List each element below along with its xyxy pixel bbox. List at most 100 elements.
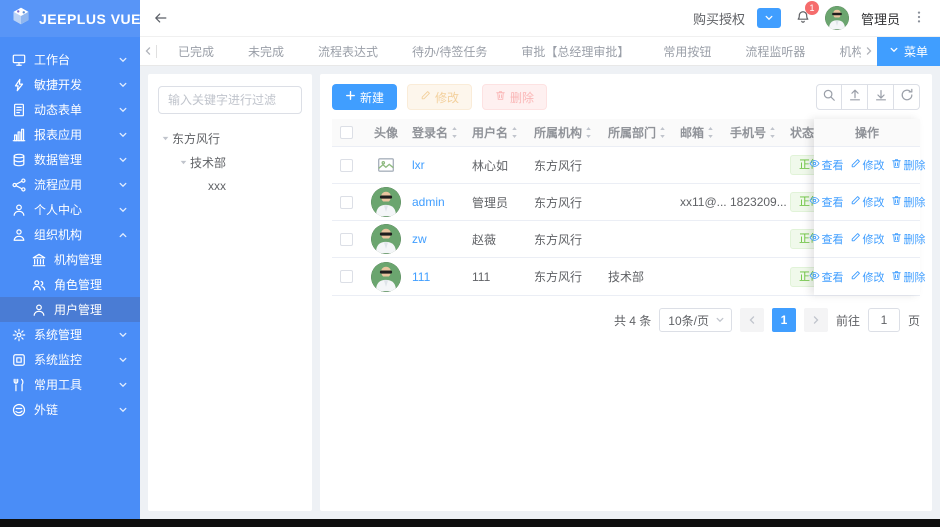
sort-carets-icon[interactable] — [510, 126, 519, 139]
sort-carets-icon[interactable] — [658, 126, 667, 139]
tabs-scroll-left-button[interactable] — [140, 46, 156, 56]
view-action[interactable]: 查看 — [809, 269, 844, 285]
tab-审批【总经理审批】[interactable]: 审批【总经理审批】 — [504, 37, 646, 65]
edit-action[interactable]: 修改 — [850, 157, 885, 173]
tree-node-技术部[interactable]: 技术部 — [158, 150, 302, 174]
sidebar-item-label: 系统管理 — [34, 326, 110, 343]
dots-vertical-icon — [912, 9, 926, 28]
tree-node-xxx[interactable]: xxx — [158, 174, 302, 198]
delete-action[interactable]: 删除 — [891, 194, 926, 210]
sidebar-item-系统管理[interactable]: 系统管理 — [0, 322, 140, 347]
sidebar-item-组织机构[interactable]: 组织机构 — [0, 222, 140, 247]
username-label[interactable]: 管理员 — [861, 9, 900, 28]
sidebar-item-label: 数据管理 — [34, 151, 110, 168]
select-all-checkbox[interactable] — [340, 126, 353, 139]
column-header-用户名[interactable]: 用户名 — [472, 124, 534, 141]
cell-login-name[interactable]: admin — [412, 195, 472, 209]
refresh-button[interactable] — [894, 84, 920, 110]
sort-carets-icon[interactable] — [706, 126, 715, 139]
delete-button[interactable]: 删除 — [482, 84, 547, 110]
next-page-button[interactable] — [804, 308, 828, 332]
tab-menu-button[interactable]: 菜单 — [877, 37, 940, 66]
column-header-操作: 操作 — [814, 119, 920, 147]
user-avatar[interactable] — [371, 224, 401, 254]
search-button[interactable] — [816, 84, 842, 110]
sidebar-item-报表应用[interactable]: 报表应用 — [0, 122, 140, 147]
chevron-down-icon — [889, 44, 899, 58]
column-header-所属部门[interactable]: 所属部门 — [608, 124, 680, 141]
view-action[interactable]: 查看 — [809, 194, 844, 210]
user-avatar[interactable] — [825, 6, 849, 30]
sidebar: JEEPLUS VUE 工作台敏捷开发动态表单报表应用数据管理流程应用个人中心组… — [0, 0, 140, 519]
page-size-select[interactable]: 10条/页 — [659, 308, 732, 332]
sidebar-item-机构管理[interactable]: 机构管理 — [0, 247, 140, 272]
sort-carets-icon[interactable] — [768, 126, 777, 139]
delete-action[interactable]: 删除 — [891, 269, 926, 285]
edit-action[interactable]: 修改 — [850, 269, 885, 285]
sidebar-item-敏捷开发[interactable]: 敏捷开发 — [0, 72, 140, 97]
user-avatar[interactable] — [371, 187, 401, 217]
edit-button[interactable]: 修改 — [407, 84, 472, 110]
gear-icon — [12, 328, 26, 342]
user-menu-button[interactable] — [912, 9, 926, 28]
column-header-label: 头像 — [374, 124, 398, 141]
sidebar-item-工作台[interactable]: 工作台 — [0, 47, 140, 72]
tab-常用按钮[interactable]: 常用按钮 — [646, 37, 728, 65]
header-right-group: 购买授权 1 管理员 — [693, 6, 926, 30]
form-icon — [12, 103, 26, 117]
goto-page-input[interactable] — [868, 308, 900, 332]
sidebar-item-个人中心[interactable]: 个人中心 — [0, 197, 140, 222]
edit-action[interactable]: 修改 — [850, 194, 885, 210]
sort-carets-icon[interactable] — [450, 126, 459, 139]
sidebar-item-用户管理[interactable]: 用户管理 — [0, 297, 140, 322]
sidebar-item-角色管理[interactable]: 角色管理 — [0, 272, 140, 297]
row-checkbox[interactable] — [340, 159, 353, 172]
buy-license-link[interactable]: 购买授权 — [693, 9, 745, 28]
column-header-手机号[interactable]: 手机号 — [730, 124, 790, 141]
delete-action[interactable]: 删除 — [891, 157, 926, 173]
column-header-所属机构[interactable]: 所属机构 — [534, 124, 608, 141]
sidebar-item-数据管理[interactable]: 数据管理 — [0, 147, 140, 172]
tab-label: 流程监听器 — [745, 43, 805, 60]
page-number-1[interactable]: 1 — [772, 308, 796, 332]
sidebar-item-流程应用[interactable]: 流程应用 — [0, 172, 140, 197]
row-checkbox[interactable] — [340, 270, 353, 283]
tab-流程监听器[interactable]: 流程监听器 — [728, 37, 822, 65]
row-checkbox[interactable] — [340, 196, 353, 209]
tab-已完成[interactable]: 已完成 — [161, 37, 231, 65]
chevron-down-icon — [118, 54, 130, 66]
sidebar-item-常用工具[interactable]: 常用工具 — [0, 372, 140, 397]
tree-node-东方风行[interactable]: 东方风行 — [158, 126, 302, 150]
dev-icon — [12, 78, 26, 92]
import-button[interactable] — [842, 84, 868, 110]
new-button[interactable]: 新建 — [332, 84, 397, 110]
cell-login-name[interactable]: zw — [412, 232, 472, 246]
view-action[interactable]: 查看 — [809, 231, 844, 247]
cell-login-name[interactable]: 111 — [412, 270, 472, 284]
sidebar-item-外链[interactable]: 外链 — [0, 397, 140, 422]
sidebar-item-系统监控[interactable]: 系统监控 — [0, 347, 140, 372]
edit-action[interactable]: 修改 — [850, 231, 885, 247]
tab-未完成[interactable]: 未完成 — [231, 37, 301, 65]
sort-carets-icon[interactable] — [584, 126, 593, 139]
tree-filter-input[interactable] — [158, 86, 302, 114]
prev-page-button[interactable] — [740, 308, 764, 332]
tab-流程表达式[interactable]: 流程表达式 — [301, 37, 395, 65]
view-action[interactable]: 查看 — [809, 157, 844, 173]
tab-待办/待签任务[interactable]: 待办/待签任务 — [395, 37, 504, 65]
column-header-登录名[interactable]: 登录名 — [412, 124, 472, 141]
user-avatar[interactable] — [371, 262, 401, 292]
notifications-button[interactable]: 1 — [793, 8, 813, 28]
delete-action[interactable]: 删除 — [891, 231, 926, 247]
tabs-scroll-right-button[interactable] — [861, 46, 877, 56]
plus-icon — [345, 90, 356, 104]
tab-机构管理[interactable]: 机构管理 — [822, 37, 861, 65]
tab-label: 已完成 — [178, 43, 214, 60]
cell-login-name[interactable]: lxr — [412, 158, 472, 172]
export-button[interactable] — [868, 84, 894, 110]
row-checkbox[interactable] — [340, 233, 353, 246]
sidebar-item-动态表单[interactable]: 动态表单 — [0, 97, 140, 122]
column-header-邮箱[interactable]: 邮箱 — [680, 124, 730, 141]
collapse-sidebar-icon[interactable] — [154, 11, 168, 25]
header-dropdown-button[interactable] — [757, 8, 781, 28]
